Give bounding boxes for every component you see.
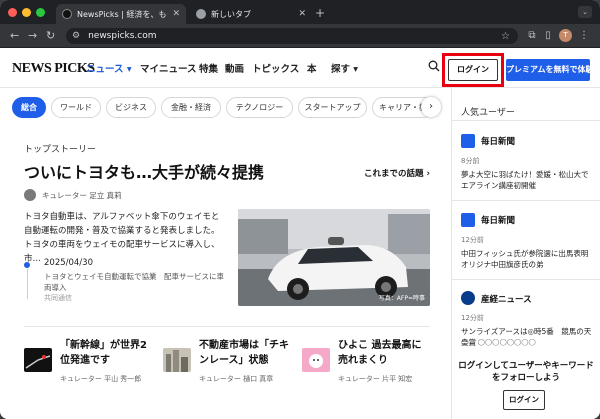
tab-new[interactable]: 新しいタブ ✕	[190, 4, 312, 24]
nav-books[interactable]: 本	[307, 61, 317, 75]
sidebar-time: 12分前	[461, 314, 484, 322]
card-title[interactable]: 不動産市場は「チキンレース」状態	[199, 338, 289, 368]
search-icon[interactable]	[428, 60, 440, 72]
login-button[interactable]: ログイン	[448, 59, 498, 81]
sidebar-login-button[interactable]: ログイン	[503, 390, 545, 410]
chips-scroll-right-icon[interactable]: ›	[421, 97, 441, 117]
chip-business[interactable]: ビジネス	[106, 97, 156, 118]
close-tab-icon[interactable]: ✕	[298, 9, 306, 19]
card-title[interactable]: ひよこ 過去最高に売れまくり	[338, 338, 430, 368]
card-title[interactable]: 「新幹線」が世界2位発進です	[60, 338, 150, 368]
nav-topics[interactable]: トピックス	[252, 61, 299, 75]
browser-menu-icon[interactable]: ⋮	[578, 30, 590, 42]
sidebar-separator	[452, 200, 600, 201]
timeline-text[interactable]: トヨタとウェイモ自動運転で協業 配車サービスに車両導入	[44, 271, 224, 293]
curator[interactable]: キュレーター 足立 真莉	[24, 189, 122, 201]
card-thumbnail[interactable]	[163, 348, 191, 372]
reload-icon[interactable]: ↻	[46, 29, 55, 43]
nav-news[interactable]: ニュース ▾	[86, 61, 132, 75]
card-thumbnail[interactable]	[24, 348, 52, 372]
photo-credit: 写真：AFP=時事	[378, 295, 425, 302]
sidebar-text[interactable]: 中田フィッシュ氏が参院選に出馬表明 オリジナ中田旗彦氏の弟	[461, 248, 595, 270]
nav-features[interactable]: 特集	[199, 61, 218, 75]
tab-search-icon[interactable]: ⌄	[578, 6, 592, 18]
profile-avatar[interactable]: T	[559, 29, 572, 42]
sidebar-text-truncated: ◯◯ ◯◯◯◯◯◯◯◯	[461, 338, 536, 346]
follow-cta: ログインしてユーザーやキーワードをフォローしよう	[458, 361, 594, 383]
timeline-dot	[24, 262, 30, 268]
close-window-icon[interactable]	[8, 8, 17, 17]
minimize-window-icon[interactable]	[22, 8, 31, 17]
sidebar-separator	[452, 279, 600, 280]
close-tab-icon[interactable]: ✕	[172, 9, 180, 19]
tab-title: 新しいタブ	[211, 9, 251, 19]
sidebar-user-name[interactable]: 毎日新聞	[481, 214, 515, 226]
page-content: NEWS PICKS ニュース ▾ マイニュース 特集 動画 トピックス 本 探…	[0, 48, 600, 419]
bookmark-star-icon[interactable]: ☆	[501, 31, 510, 42]
tab-newspicks[interactable]: NewsPicks | 経済を、もっとおも ✕	[56, 4, 186, 24]
chip-technology[interactable]: テクノロジー	[226, 97, 293, 118]
chip-startup[interactable]: スタートアップ	[298, 97, 367, 118]
tab-title: NewsPicks | 経済を、もっとおも	[77, 9, 168, 19]
card-curator: キュレーター 平山 秀一郎	[60, 375, 142, 383]
sidebar-time: 8分前	[461, 157, 480, 165]
curator-name: キュレーター 足立 真莉	[42, 190, 122, 200]
timeline-date: 2025/04/30	[44, 258, 93, 268]
newspicks-logo[interactable]: NEWS PICKS	[12, 61, 95, 77]
address-bar[interactable]: ⚙ newspicks.com ☆	[66, 28, 518, 44]
extensions-icon[interactable]: ⧉	[526, 30, 538, 42]
section-divider	[24, 326, 430, 327]
curator-avatar	[24, 189, 36, 201]
sidebar-user-name[interactable]: 毎日新聞	[481, 135, 515, 147]
top-story-image[interactable]: 写真：AFP=時事	[238, 209, 430, 306]
section-title: トップストーリー	[24, 145, 97, 155]
tab-strip: NewsPicks | 経済を、もっとおも ✕ 新しいタブ ✕ + ⌄	[0, 0, 600, 24]
new-tab-button[interactable]: +	[315, 6, 325, 20]
premium-trial-button[interactable]: プレミアムを無料で体験	[506, 59, 593, 81]
chip-finance[interactable]: 金融・経済	[161, 97, 221, 118]
nav-mynews[interactable]: マイニュース	[140, 61, 197, 75]
past-topics-link[interactable]: これまでの話題 ›	[364, 167, 430, 179]
site-header: NEWS PICKS ニュース ▾ マイニュース 特集 動画 トピックス 本 探…	[0, 48, 600, 88]
sidebar-user-name[interactable]: 産経ニュース	[481, 293, 532, 305]
chrome-favicon-icon	[196, 9, 206, 19]
site-info-icon[interactable]: ⚙	[72, 31, 80, 41]
newspicks-favicon-icon	[62, 9, 72, 19]
card-curator: キュレーター 片平 知宏	[338, 375, 413, 383]
sidebar-text[interactable]: 夢よ大空に羽ばたけ！愛媛・松山大でエアライン講座初開催	[461, 169, 595, 191]
sankei-logo-icon[interactable]	[461, 291, 475, 305]
browser-window: NewsPicks | 経済を、もっとおも ✕ 新しいタブ ✕ + ⌄ ← → …	[0, 0, 600, 419]
timeline-line	[26, 269, 28, 299]
card-thumbnail[interactable]	[302, 348, 330, 372]
forward-icon[interactable]: →	[28, 29, 37, 43]
browser-toolbar: ← → ↻ ⚙ newspicks.com ☆ ⧉ ▯ T ⋮	[0, 24, 600, 48]
chip-world[interactable]: ワールド	[51, 97, 101, 118]
mainichi-logo-icon[interactable]	[461, 134, 475, 148]
sidebar-divider	[451, 88, 452, 419]
maximize-window-icon[interactable]	[36, 8, 45, 17]
sidebar-separator	[452, 120, 600, 121]
sidebar-time: 12分前	[461, 236, 484, 244]
chip-all[interactable]: 総合	[12, 97, 46, 118]
url-text: newspicks.com	[88, 31, 157, 41]
sidepanel-icon[interactable]: ▯	[542, 30, 554, 42]
timeline-source: 共同通信	[44, 294, 72, 302]
category-chips: 総合 ワールド ビジネス 金融・経済 テクノロジー スタートアップ キャリア・教	[0, 88, 446, 128]
mainichi-logo-icon[interactable]	[461, 213, 475, 227]
sidebar-title: 人気ユーザー	[461, 108, 515, 118]
back-icon[interactable]: ←	[10, 29, 19, 43]
nav-explore[interactable]: 探す ▾	[331, 61, 358, 75]
card-curator: キュレーター 樋口 真章	[199, 375, 274, 383]
nav-video[interactable]: 動画	[225, 61, 244, 75]
top-story-headline[interactable]: ついにトヨタも…大手が続々提携	[24, 159, 264, 183]
